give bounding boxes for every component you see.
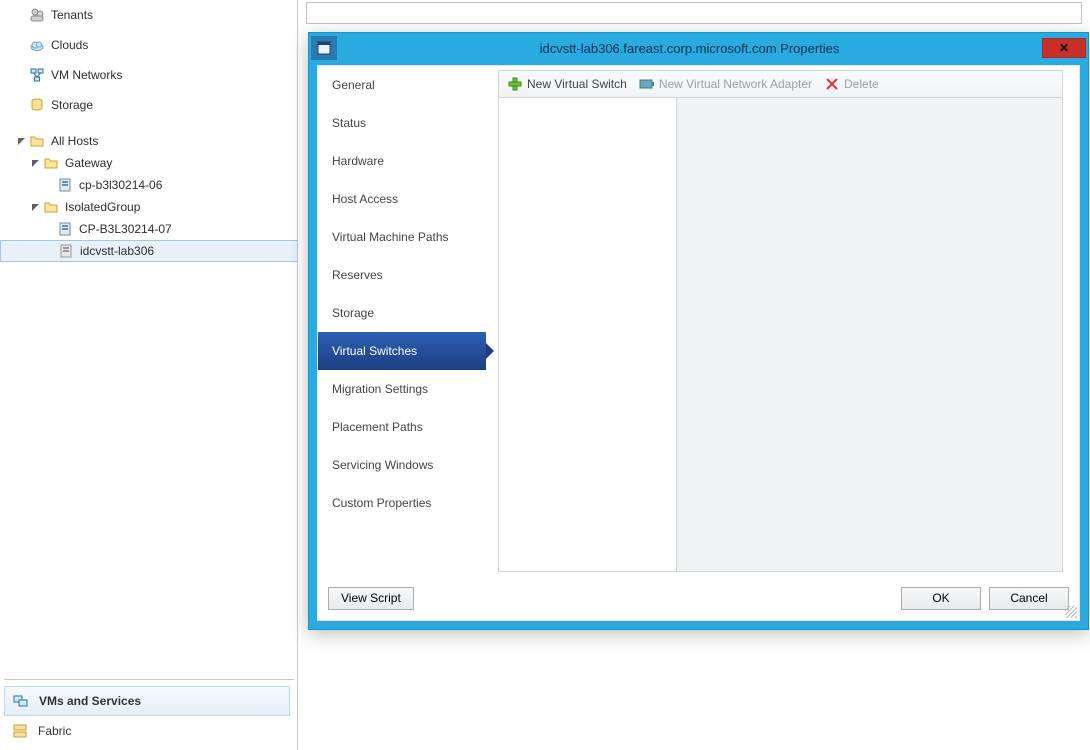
sidenav-item-label: Virtual Switches xyxy=(332,344,417,358)
sidenav-item-label: Servicing Windows xyxy=(332,458,433,472)
tree-item-label: idcvstt-lab306 xyxy=(80,244,154,258)
nic-icon xyxy=(639,76,655,92)
delete-button[interactable]: Delete xyxy=(820,73,883,95)
tree-item-cp-b3l30214-06[interactable]: cp-b3l30214-06 xyxy=(0,174,298,196)
nav-button-label: VMs and Services xyxy=(39,694,141,708)
tree-item-label: Storage xyxy=(51,98,93,112)
main-filter-bar[interactable] xyxy=(306,2,1082,24)
sidenav-item-reserves[interactable]: Reserves xyxy=(318,256,486,294)
nav-divider xyxy=(4,679,294,680)
nav-bottom-group: VMs and Services Fabric xyxy=(4,679,294,746)
plus-icon xyxy=(507,76,523,92)
delete-icon xyxy=(824,76,840,92)
sidenav-item-status[interactable]: Status xyxy=(318,104,486,142)
cloud-icon xyxy=(29,37,45,53)
view-script-label: View Script xyxy=(341,591,401,605)
expander-icon[interactable] xyxy=(16,136,27,147)
tree-item-label: cp-b3l30214-06 xyxy=(79,178,162,192)
sidenav-item-label: Hardware xyxy=(332,154,384,168)
view-script-button[interactable]: View Script xyxy=(328,587,414,610)
cancel-button[interactable]: Cancel xyxy=(989,587,1069,610)
server-icon xyxy=(57,221,73,237)
sidenav-item-hardware[interactable]: Hardware xyxy=(318,142,486,180)
folder-icon xyxy=(43,199,59,215)
vmnet-icon xyxy=(29,67,45,83)
new-virtual-network-adapter-label: New Virtual Network Adapter xyxy=(659,77,812,91)
vswitch-list[interactable] xyxy=(499,98,677,571)
sidenav-item-host-access[interactable]: Host Access xyxy=(318,180,486,218)
tree-item-label: VM Networks xyxy=(51,68,122,82)
vswitch-details xyxy=(677,98,1062,571)
close-icon: ✕ xyxy=(1059,41,1069,55)
dialog-titlebar-icon xyxy=(311,36,337,60)
tenants-icon xyxy=(29,7,45,23)
sidenav-item-servicing-windows[interactable]: Servicing Windows xyxy=(318,446,486,484)
fabric-icon xyxy=(12,723,28,739)
ok-label: OK xyxy=(932,591,949,605)
sidenav-item-label: Migration Settings xyxy=(332,382,428,396)
dialog-sidenav: General Status Hardware Host Access Virtual … xyxy=(318,66,486,576)
cancel-label: Cancel xyxy=(1010,591,1047,605)
folder-icon xyxy=(29,133,45,149)
sidenav-item-label: Placement Paths xyxy=(332,420,423,434)
properties-dialog: idcvstt-lab306.fareast.corp.microsoft.co… xyxy=(308,32,1089,630)
sidenav-item-virtual-switches[interactable]: Virtual Switches xyxy=(318,332,486,370)
nav-button-fabric[interactable]: Fabric xyxy=(4,716,290,746)
tree-item-tenants[interactable]: Tenants xyxy=(0,4,298,26)
sidenav-item-migration-settings[interactable]: Migration Settings xyxy=(318,370,486,408)
tree-item-storage[interactable]: Storage xyxy=(0,94,298,116)
tree-item-clouds[interactable]: Clouds xyxy=(0,34,298,56)
delete-label: Delete xyxy=(844,77,879,91)
sidenav-item-general[interactable]: General xyxy=(318,66,486,104)
tree-item-all-hosts[interactable]: All Hosts xyxy=(0,130,298,152)
tree-item-label: Tenants xyxy=(51,8,93,22)
dialog-title: idcvstt-lab306.fareast.corp.microsoft.co… xyxy=(337,41,1042,56)
server-gray-icon xyxy=(58,243,74,259)
vms-icon xyxy=(13,693,29,709)
sidenav-item-placement-paths[interactable]: Placement Paths xyxy=(318,408,486,446)
folder-icon xyxy=(43,155,59,171)
sidenav-item-storage[interactable]: Storage xyxy=(318,294,486,332)
vswitch-toolbar: New Virtual Switch New Virtual Network A… xyxy=(498,70,1063,98)
sidenav-item-label: Custom Properties xyxy=(332,496,431,510)
new-virtual-network-adapter-button[interactable]: New Virtual Network Adapter xyxy=(635,73,816,95)
vswitch-list-area xyxy=(498,98,1063,572)
dialog-body: General Status Hardware Host Access Virtual … xyxy=(317,65,1080,621)
dialog-content: New Virtual Switch New Virtual Network A… xyxy=(498,66,1079,576)
nav-button-vms-and-services[interactable]: VMs and Services xyxy=(4,686,290,716)
sidenav-item-label: Status xyxy=(332,116,366,130)
ok-button[interactable]: OK xyxy=(901,587,981,610)
nav-button-label: Fabric xyxy=(38,724,71,738)
new-virtual-switch-button[interactable]: New Virtual Switch xyxy=(503,73,631,95)
resize-grip[interactable] xyxy=(1065,606,1077,618)
tree-item-label: IsolatedGroup xyxy=(65,200,140,214)
storage-icon xyxy=(29,97,45,113)
tree-item-label: Gateway xyxy=(65,156,112,170)
tree-item-label: Clouds xyxy=(51,38,88,52)
sidenav-item-custom-properties[interactable]: Custom Properties xyxy=(318,484,486,522)
expander-icon[interactable] xyxy=(30,202,41,213)
tree-item-vm-networks[interactable]: VM Networks xyxy=(0,64,298,86)
sidenav-item-label: Storage xyxy=(332,306,374,320)
left-nav-panel: Tenants Clouds VM Networks Storage All Hosts… xyxy=(0,0,298,750)
sidenav-item-label: Host Access xyxy=(332,192,398,206)
sidenav-item-label: Reserves xyxy=(332,268,383,282)
server-icon xyxy=(57,177,73,193)
sidenav-item-label: Virtual Machine Paths xyxy=(332,230,449,244)
expander-icon[interactable] xyxy=(30,158,41,169)
nav-tree: Tenants Clouds VM Networks Storage All Hosts… xyxy=(0,0,298,662)
tree-item-idcvstt-lab306[interactable]: idcvstt-lab306 xyxy=(0,240,298,262)
new-virtual-switch-label: New Virtual Switch xyxy=(527,77,627,91)
tree-item-label: All Hosts xyxy=(51,134,98,148)
tree-item-cp-b3l30214-07[interactable]: CP-B3L30214-07 xyxy=(0,218,298,240)
dialog-footer: View Script OK Cancel xyxy=(318,576,1079,620)
tree-item-gateway[interactable]: Gateway xyxy=(0,152,298,174)
tree-item-label: CP-B3L30214-07 xyxy=(79,222,172,236)
sidenav-item-label: General xyxy=(332,78,375,92)
dialog-titlebar[interactable]: idcvstt-lab306.fareast.corp.microsoft.co… xyxy=(309,33,1088,63)
sidenav-item-virtual-machine-paths[interactable]: Virtual Machine Paths xyxy=(318,218,486,256)
dialog-close-button[interactable]: ✕ xyxy=(1042,38,1086,58)
tree-item-isolatedgroup[interactable]: IsolatedGroup xyxy=(0,196,298,218)
